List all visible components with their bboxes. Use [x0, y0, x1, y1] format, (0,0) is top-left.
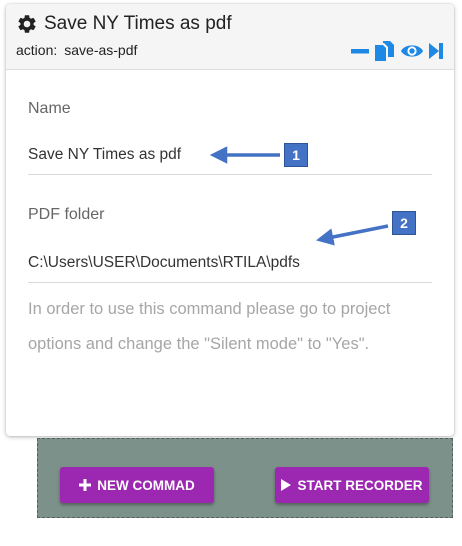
bottom-action-bar: NEW COMMAD START RECORDER: [37, 438, 453, 518]
play-icon: [281, 479, 292, 491]
start-recorder-button[interactable]: START RECORDER: [275, 467, 429, 503]
plus-icon: [79, 479, 92, 491]
start-recorder-label: START RECORDER: [297, 477, 423, 493]
new-command-button[interactable]: NEW COMMAD: [60, 467, 214, 503]
annotation-badge-1: 1: [284, 143, 308, 167]
arrow-2: [315, 224, 389, 246]
new-command-label: NEW COMMAD: [97, 477, 195, 493]
annotation-badge-2: 2: [392, 211, 416, 235]
